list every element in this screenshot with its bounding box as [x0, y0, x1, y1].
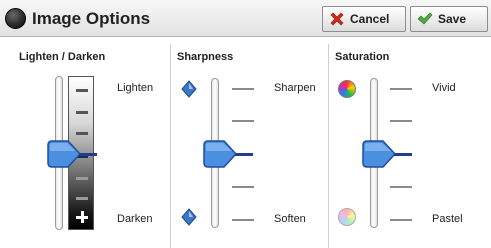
scale-tick	[232, 88, 254, 90]
sharpness-label: Sharpness	[177, 51, 234, 63]
cancel-button-label: Cancel	[350, 12, 390, 26]
lighten-darken-label: Lighten / Darken	[19, 51, 106, 63]
scale-tick	[390, 88, 412, 90]
lighten-darken-handle[interactable]	[46, 139, 98, 178]
saturation-label: Saturation	[335, 51, 390, 63]
column-divider	[170, 44, 171, 248]
scale-tick	[76, 111, 88, 114]
vivid-label: Vivid	[432, 82, 456, 94]
scale-tick	[232, 120, 254, 122]
checkmark-icon	[417, 12, 433, 25]
plus-icon	[76, 211, 88, 223]
scale-tick	[232, 186, 254, 188]
scale-tick	[390, 186, 412, 188]
soften-label: Soften	[274, 213, 306, 225]
scale-tick	[76, 197, 88, 200]
column-divider	[328, 44, 329, 248]
sharpen-label: Sharpen	[274, 82, 316, 94]
darken-label: Darken	[117, 213, 153, 225]
sharpness-handle[interactable]	[202, 139, 254, 178]
sphere-icon	[5, 8, 26, 29]
diamond-icon	[181, 80, 197, 98]
save-button-label: Save	[438, 12, 467, 26]
minus-icon	[76, 89, 88, 92]
scale-tick	[76, 132, 88, 135]
title-bar: Image Options Cancel Save	[0, 0, 491, 37]
color-wheel-icon	[338, 80, 356, 98]
saturation-handle[interactable]	[361, 139, 413, 178]
color-wheel-icon	[338, 208, 356, 226]
scale-tick	[390, 120, 412, 122]
scale-tick	[232, 219, 254, 221]
scale-tick	[390, 219, 412, 221]
save-button[interactable]: Save	[410, 6, 488, 32]
page-title: Image Options	[32, 9, 151, 28]
diamond-icon	[181, 208, 197, 226]
cancel-button[interactable]: Cancel	[322, 6, 406, 32]
lighten-label: Lighten	[117, 82, 154, 94]
cancel-x-icon	[330, 12, 344, 26]
pastel-label: Pastel	[432, 213, 463, 225]
